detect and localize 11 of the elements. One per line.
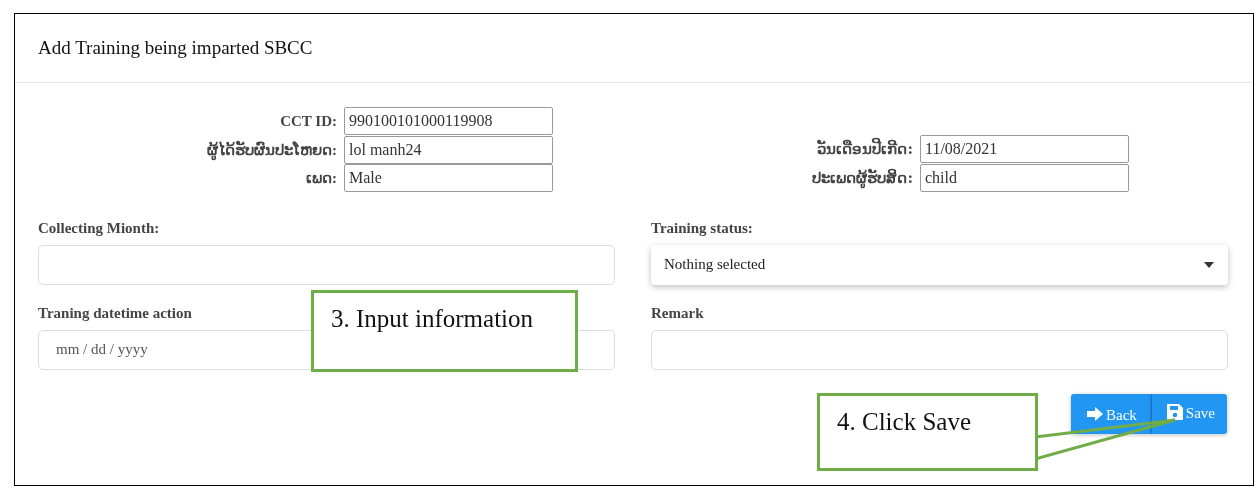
page-title: Add Training being imparted SBCC <box>38 37 313 59</box>
callout-tooltip: 4. Click Save <box>817 393 1038 471</box>
field-label: CCT ID: <box>279 112 338 130</box>
field-label: Collecting Mionth: <box>38 219 160 237</box>
field-label: Traning datetime action <box>38 304 192 322</box>
field-label: Remark <box>651 304 704 322</box>
callout-tooltip: 3. Input information <box>311 290 578 372</box>
field-label: ຜູ້ໄດ້ຮັບຜົນປະໂຫຍດ: <box>15 140 344 159</box>
field-label: Training status: <box>651 219 753 237</box>
field-label: ປະເພດຜູ້ຮັບສິດ: <box>811 168 914 187</box>
field-label: ເພດ: <box>305 169 338 188</box>
